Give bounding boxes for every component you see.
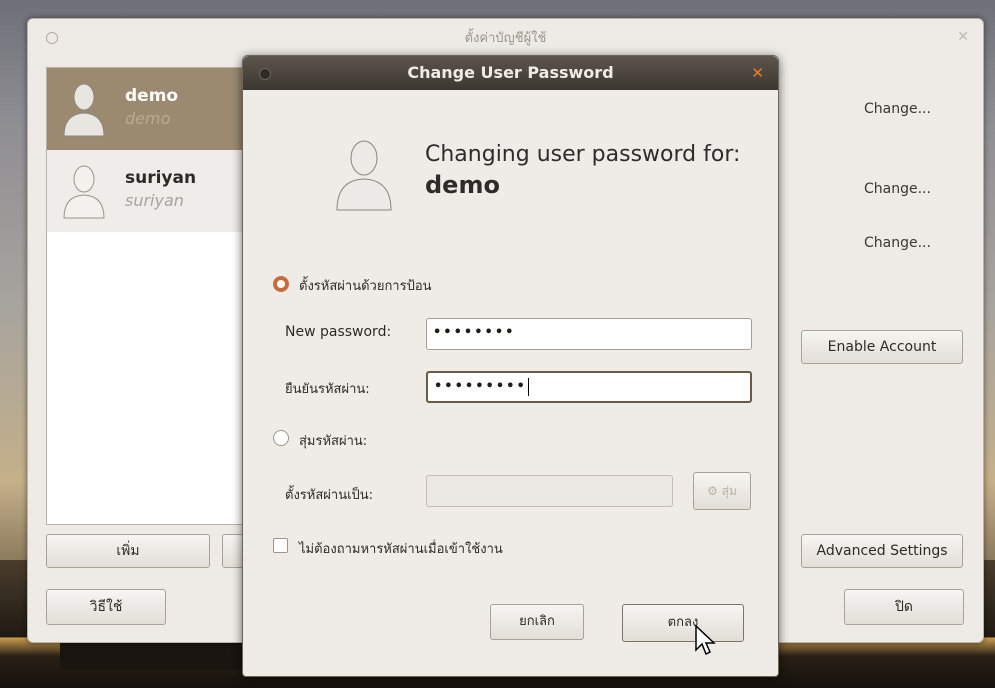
- change-password-button[interactable]: Change...: [864, 235, 931, 251]
- random-password-radio[interactable]: [273, 430, 289, 446]
- set-password-as-label: ตั้งรหัสผ่านเป็น:: [285, 488, 374, 503]
- user-list: demo demo suriyan suriyan: [46, 67, 248, 525]
- user-avatar-icon: [63, 165, 105, 219]
- window-title: ตั้งค่าบัญชีผู้ใช้: [464, 31, 547, 46]
- manual-password-radio[interactable]: [273, 276, 289, 292]
- new-password-field[interactable]: ••••••••: [426, 318, 752, 350]
- manual-password-label: ตั้งรหัสผ่านด้วยการป้อน: [299, 279, 432, 294]
- new-password-label: New password:: [285, 324, 392, 340]
- add-user-button[interactable]: เพิ่ม: [46, 534, 210, 568]
- change-password-dialog: Change User Password ✕ Changing user pas…: [242, 55, 779, 677]
- dialog-close-icon[interactable]: ✕: [751, 56, 764, 90]
- confirm-password-label: ยืนยันรหัสผ่าน:: [285, 382, 370, 397]
- user-login: demo: [125, 109, 171, 128]
- user-name: suriyan: [125, 168, 197, 188]
- dialog-title: Change User Password: [243, 56, 778, 90]
- user-avatar-icon: [63, 83, 105, 137]
- user-row-demo[interactable]: demo demo: [47, 68, 247, 150]
- help-button[interactable]: วิธีใช้: [46, 589, 166, 625]
- user-login: suriyan: [125, 191, 184, 210]
- dialog-menu-icon[interactable]: [259, 68, 271, 80]
- generated-password-field: [426, 475, 673, 507]
- dialog-heading: Changing user password for:: [425, 142, 741, 167]
- generate-password-button: ⚙ สุ่ม: [693, 472, 751, 510]
- ok-button[interactable]: ตกลง: [622, 604, 744, 642]
- text-caret: [527, 377, 529, 396]
- no-password-checkbox[interactable]: [273, 538, 288, 553]
- mouse-pointer-icon: [695, 624, 716, 656]
- user-avatar-icon: [336, 140, 392, 211]
- enable-account-button[interactable]: Enable Account: [801, 330, 963, 364]
- cancel-button[interactable]: ยกเลิก: [490, 604, 584, 640]
- random-password-label: สุ่มรหัสผ่าน:: [299, 434, 368, 449]
- window-close-icon[interactable]: ✕: [957, 29, 969, 45]
- no-password-label: ไม่ต้องถามหารหัสผ่านเมื่อเข้าใช้งาน: [299, 542, 503, 557]
- change-name-button[interactable]: Change...: [864, 101, 931, 117]
- user-name: demo: [125, 86, 179, 106]
- dialog-heading-user: demo: [425, 171, 500, 199]
- user-row-suriyan[interactable]: suriyan suriyan: [47, 150, 247, 232]
- generate-icon: ⚙: [707, 484, 722, 498]
- advanced-settings-button[interactable]: Advanced Settings: [801, 534, 963, 568]
- change-type-button[interactable]: Change...: [864, 181, 931, 197]
- confirm-password-field[interactable]: •••••••••: [426, 371, 752, 403]
- close-button[interactable]: ปิด: [844, 589, 964, 625]
